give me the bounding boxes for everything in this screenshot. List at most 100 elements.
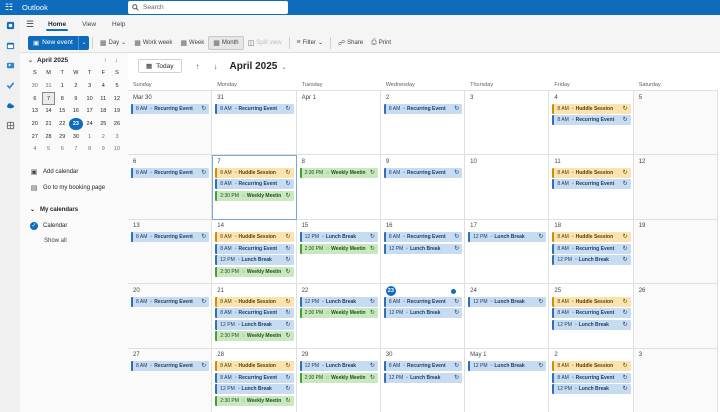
calendar-event[interactable]: 12 PM ▫ Lunch Break ↻: [299, 296, 378, 307]
day-view-button[interactable]: ▦ Day ⌄: [96, 36, 130, 50]
day-cell[interactable]: 11 8 AM ▫ Huddle Session ↻ 8 AM ▫ Recurring Eve…: [549, 155, 634, 220]
app-launcher-icon[interactable]: ☷: [0, 0, 18, 15]
day-cell[interactable]: 14 8 AM ▫ Huddle Session ↻ 8 AM ▫ Recurring Eve…: [212, 219, 297, 285]
chevron-down-icon[interactable]: ⌄: [28, 57, 33, 64]
mini-day[interactable]: 25: [96, 118, 110, 131]
app-name[interactable]: Outlook: [22, 3, 122, 12]
search-box[interactable]: Search: [128, 1, 288, 14]
calendar-event[interactable]: 8 AM ▫ Recurring Event ↻: [552, 372, 631, 383]
mini-day[interactable]: 14: [42, 105, 56, 118]
calendar-event[interactable]: 8 AM ▫ Recurring Event ↻: [383, 232, 463, 243]
day-cell[interactable]: 5: [633, 91, 718, 156]
split-view-button[interactable]: ◫ Split view: [244, 36, 286, 50]
calendar-event[interactable]: 12 PM ▫ Lunch Break ↻: [552, 255, 631, 266]
rail-mail[interactable]: [0, 15, 20, 35]
mini-day[interactable]: 20: [28, 118, 42, 131]
calendar-event[interactable]: 12 PM ▫ Lunch Break ↻: [383, 308, 463, 319]
rail-calendar[interactable]: [0, 35, 20, 55]
print-button[interactable]: ⎙ Print: [367, 36, 395, 50]
arrow-up-icon[interactable]: ↑: [196, 62, 200, 71]
mini-day[interactable]: 11: [96, 92, 110, 105]
month-title[interactable]: April 2025 ⌄: [230, 61, 287, 72]
mini-day[interactable]: 9: [96, 143, 110, 156]
calendar-event[interactable]: 8 AM ▫ Huddle Session ↻: [552, 361, 631, 372]
mini-day[interactable]: 31: [42, 80, 56, 93]
day-cell[interactable]: 26: [633, 284, 718, 349]
calendar-event[interactable]: 8 AM ▫ Recurring Event ↻: [215, 179, 294, 190]
hamburger-icon[interactable]: ☰: [20, 15, 40, 33]
calendar-event[interactable]: 2:30 PM ◌ Weekly Meetin ↻: [215, 190, 294, 201]
day-cell[interactable]: 17 12 PM ▫ Lunch Break ↻: [465, 219, 550, 285]
calendar-event[interactable]: 8 AM ▫ Recurring Event ↻: [552, 308, 631, 319]
day-cell[interactable]: 13 8 AM ▫ Recurring Event ↻: [128, 219, 213, 285]
tab-view[interactable]: View: [74, 15, 104, 33]
mini-day[interactable]: 2: [96, 130, 110, 143]
today-button[interactable]: ▦ Today: [138, 59, 182, 73]
mini-day[interactable]: 22: [55, 118, 69, 131]
calendar-event[interactable]: 8 AM ▫ Huddle Session ↻: [215, 232, 294, 243]
mini-day[interactable]: 10: [83, 92, 97, 105]
day-cell[interactable]: 48 AM ▫ Huddle Session ↻ 8 AM ▫ Recurring Even…: [549, 91, 634, 156]
rail-onedrive[interactable]: [0, 95, 20, 115]
calendar-event[interactable]: 8 AM ▫ Recurring Event ↻: [552, 243, 631, 254]
share-button[interactable]: ☍ Share: [334, 36, 367, 50]
mini-day[interactable]: 16: [69, 105, 83, 118]
calendar-event[interactable]: 2:30 PM ◌ Weekly Meetin ↻: [299, 243, 378, 254]
calendar-event[interactable]: 12 PM ▫ Lunch Break ↻: [215, 384, 294, 395]
day-cell[interactable]: 20 8 AM ▫ Recurring Event ↻: [128, 284, 213, 349]
day-cell[interactable]: 24 12 PM ▫ Lunch Break ↻: [465, 284, 550, 349]
calendar-event[interactable]: 8 AM ▫ Recurring Event ↻: [383, 167, 463, 178]
calendar-event[interactable]: 12 PM ▫ Lunch Break ↻: [468, 296, 547, 307]
mini-day[interactable]: 8: [83, 143, 97, 156]
calendar-event[interactable]: 12 PM ▫ Lunch Break ↻: [215, 255, 294, 266]
day-cell[interactable]: May 1 12 PM ▫ Lunch Break ↻: [465, 348, 550, 412]
mini-day[interactable]: 2: [69, 80, 83, 93]
mini-day[interactable]: 21: [42, 118, 56, 131]
mini-day[interactable]: 29: [55, 130, 69, 143]
day-cell[interactable]: 19: [633, 219, 718, 285]
day-cell[interactable]: 23 8 AM ▫ Recurring Event ↻ 12 PM ▫ Lunch Break…: [380, 284, 466, 349]
tab-home[interactable]: Home: [40, 15, 74, 33]
day-cell[interactable]: 12: [633, 155, 718, 220]
filter-button[interactable]: ≡ Filter ⌄: [293, 36, 327, 50]
calendar-event[interactable]: 2:30 PM ◌ Weekly Meetin ↻: [215, 266, 294, 277]
day-cell[interactable]: 2 8 AM ▫ Recurring Event ↻: [380, 91, 466, 156]
day-cell[interactable]: 9 8 AM ▫ Recurring Event ↻: [380, 155, 466, 220]
calendar-event[interactable]: 8 AM ▫ Recurring Event ↻: [552, 179, 631, 190]
day-cell[interactable]: 22 12 PM ▫ Lunch Break ↻ 2:30 PM ◌ Weekly Meeti…: [296, 284, 381, 349]
rail-todo[interactable]: [0, 75, 20, 95]
day-cell[interactable]: 8 2:30 PM ◌ Weekly Meetin ↻: [296, 155, 381, 220]
day-cell[interactable]: 21 8 AM ▫ Huddle Session ↻ 8 AM ▫ Recurring Eve…: [212, 284, 297, 349]
calendar-event[interactable]: 8 AM ▫ Huddle Session ↻: [552, 167, 631, 178]
week-button[interactable]: ▦ Week: [176, 36, 208, 50]
calendar-event[interactable]: 2:30 PM ◌ Weekly Meetin ↻: [299, 167, 378, 178]
day-cell[interactable]: Apr 1: [296, 91, 381, 156]
day-cell[interactable]: 25 8 AM ▫ Huddle Session ↻ 8 AM ▫ Recurring Eve…: [549, 284, 634, 349]
calendar-event[interactable]: 12 PM ▫ Lunch Break ↻: [299, 232, 378, 243]
calendar-event[interactable]: 12 PM ▫ Lunch Break ↻: [383, 372, 463, 383]
calendar-event[interactable]: 8 AM ▫ Huddle Session ↻: [215, 361, 294, 372]
calendar-event[interactable]: 8 AM ▫ Recurring Event ↻: [215, 103, 294, 114]
work-week-button[interactable]: ▦ Work week: [130, 36, 176, 50]
calendar-event[interactable]: 8 AM ▫ Recurring Event ↻: [215, 243, 294, 254]
mini-day[interactable]: 23: [69, 117, 83, 131]
mini-day[interactable]: 3: [83, 80, 97, 93]
mini-day[interactable]: 28: [42, 130, 56, 143]
day-cell[interactable]: 10: [465, 155, 550, 220]
calendar-event[interactable]: 12 PM ▫ Lunch Break ↻: [468, 361, 547, 372]
mini-day[interactable]: 18: [96, 105, 110, 118]
show-all-link[interactable]: Show all: [20, 234, 128, 248]
mini-day[interactable]: 5: [42, 143, 56, 156]
mini-day[interactable]: 4: [28, 143, 42, 156]
chevron-down-icon[interactable]: ⌄: [79, 39, 89, 46]
calendar-event[interactable]: 8 AM ▫ Huddle Session ↻: [215, 296, 294, 307]
calendar-event[interactable]: 2:30 PM ◌ Weekly Meetin ↻: [299, 308, 378, 319]
calendar-event[interactable]: 8 AM ▫ Recurring Event ↻: [131, 232, 210, 243]
day-cell[interactable]: 29 12 PM ▫ Lunch Break ↻ 2:30 PM ◌ Weekly Meeti…: [296, 348, 381, 412]
mini-day[interactable]: 19: [110, 105, 124, 118]
rail-apps[interactable]: [0, 115, 20, 135]
calendar-event[interactable]: 8 AM ▫ Huddle Session ↻: [552, 103, 631, 114]
day-cell[interactable]: 3: [633, 348, 718, 412]
day-cell[interactable]: 31 8 AM ▫ Recurring Event ↻: [212, 91, 297, 156]
add-calendar-link[interactable]: ▣ Add calendar: [20, 164, 128, 180]
